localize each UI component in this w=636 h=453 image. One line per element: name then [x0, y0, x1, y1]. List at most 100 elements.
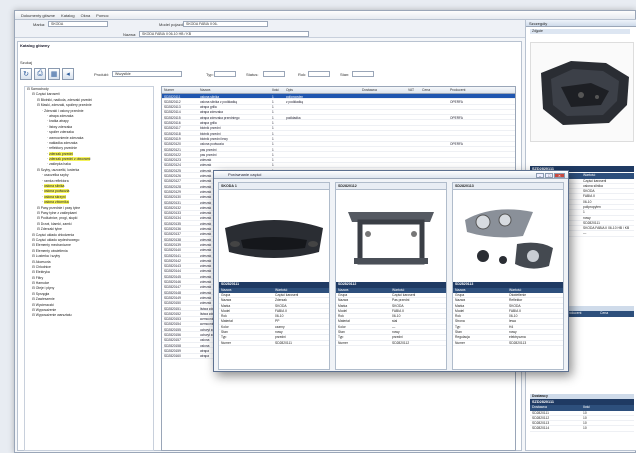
close-icon[interactable]: ✕: [554, 172, 565, 178]
typ-select[interactable]: [214, 71, 236, 77]
grid-column-header[interactable]: Dostawca: [362, 88, 377, 92]
compare-dialog: Porównanie części – □ ✕ SKODA 1 SD2820111…: [213, 170, 569, 372]
table-cell: atrapa: [200, 354, 210, 359]
attribute-value: Oświetlenie: [509, 293, 527, 297]
table-cell: zderzak: [200, 174, 212, 178]
table-cell: SD2820120: [164, 142, 181, 147]
attribute-value: SD2820112: [392, 340, 410, 345]
compare-attr-row: Numer SD2820112: [336, 341, 446, 346]
attribute-value: Pas przedni: [392, 298, 410, 303]
refresh-icon[interactable]: ↻: [20, 68, 32, 80]
table-cell: atrapa zderzaka: [200, 110, 223, 115]
grid-column-header[interactable]: Nazwa: [200, 88, 210, 92]
tree-item-label: zaślepka haka: [49, 162, 71, 167]
menu-item[interactable]: Pomoc: [96, 13, 108, 18]
tree-item-label: Części karoserii: [35, 92, 60, 97]
menu-item[interactable]: Dokumenty główne: [21, 13, 55, 18]
grid-column-header[interactable]: VAT: [408, 88, 414, 92]
status-select[interactable]: [263, 71, 285, 77]
table-cell: 1: [272, 115, 274, 120]
table-cell: pas przedni: [200, 152, 217, 157]
attribute-name: Marka: [338, 303, 348, 308]
marka-select[interactable]: SKODA: [48, 21, 108, 27]
produkt-select[interactable]: Wszystkie: [112, 71, 182, 77]
menu-item[interactable]: Okna: [81, 13, 91, 18]
grid-column-header[interactable]: Opis: [286, 88, 293, 92]
table-cell: zderzak: [200, 285, 212, 290]
attribute-value: SKODA: [583, 189, 595, 194]
supplier-row[interactable]: SD2820114 10: [530, 426, 634, 432]
attribute-name: Grupa: [338, 293, 348, 297]
back-icon[interactable]: ◂: [62, 68, 74, 80]
attribute-value: 1: [583, 210, 585, 215]
minimize-icon[interactable]: –: [536, 172, 544, 178]
table-cell: zderzak: [200, 232, 212, 237]
table-cell: SD2820149: [164, 295, 181, 300]
tree-item-label: osłona podwozia: [44, 189, 70, 194]
table-cell: osłona: [200, 338, 210, 343]
tree-item-label: Wyposażenie: [35, 308, 57, 313]
table-cell: atrapa grilla: [200, 121, 217, 125]
print-icon[interactable]: ⎙: [34, 68, 46, 80]
grid-column-header[interactable]: Numer: [164, 88, 174, 92]
table-cell: SD2820116: [164, 121, 181, 125]
attribute-value: Reflektor: [509, 298, 523, 303]
table-cell: SD2820111: [532, 410, 549, 415]
table-cell: 10: [583, 410, 587, 415]
attribute-value: elektryczna: [509, 335, 526, 340]
rok-label: Rok:: [298, 72, 307, 77]
table-cell: zderzak: [200, 195, 212, 200]
table-cell: SD2820129: [164, 189, 181, 194]
table-cell: 1: [272, 131, 274, 136]
category-tree[interactable]: ⊟ Samochody ⊟ Części karoserii ⊟ Błotniki,…: [24, 86, 154, 451]
tree-item-label: Części układu wydechowego: [35, 237, 80, 242]
table-cell: zderzak: [200, 168, 212, 173]
attribute-value: Części karoserii: [583, 178, 607, 183]
window-controls: – □ ✕: [536, 172, 565, 178]
nazwa-label: Nazwa:: [123, 32, 137, 37]
rok-select[interactable]: [308, 71, 330, 77]
table-cell: SD2820127: [164, 179, 181, 184]
grid-column-header[interactable]: Producent: [450, 88, 465, 92]
maximize-icon[interactable]: □: [545, 172, 553, 178]
attribute-name: Strona: [455, 319, 465, 324]
tree-item-label: Zawieszenie: [35, 297, 55, 302]
nazwa-field[interactable]: SKODA FABIA II 06-10 HB / KB: [139, 31, 309, 37]
table-cell: z podkładką: [286, 99, 304, 104]
table-cell: SD2820115: [164, 115, 181, 120]
attribute-name: Rok: [338, 314, 344, 319]
table-cell: osłona: [200, 343, 210, 348]
table-cell: SD2820126: [164, 174, 181, 178]
stan-label: Stan:: [340, 72, 350, 77]
tree-item-label: osłona zbiornika: [44, 200, 69, 205]
marka-label: Marka:: [33, 22, 46, 27]
attribute-value: lewa: [509, 319, 516, 324]
attribute-value: osłona silnika: [583, 183, 603, 188]
compare-column-header: SD2820113: [453, 183, 563, 190]
attribute-name: Stan: [338, 330, 345, 335]
table-cell: SD2820150: [164, 301, 181, 306]
menu-item[interactable]: Katalog: [61, 13, 75, 18]
attribute-value: nowy: [509, 330, 517, 335]
grid-icon[interactable]: ▦: [48, 68, 60, 80]
table-cell: zderzak: [200, 253, 212, 258]
status-label: Status:: [246, 72, 259, 77]
grid-header: Numer Nazwa Ilość Opis Dostawca VAT Cena Produc…: [162, 87, 515, 94]
tree-item[interactable]: ⊟ Wyposażenie warsztatu: [25, 313, 153, 318]
table-cell: SD2820128: [164, 184, 181, 189]
table-cell: 1: [272, 158, 274, 163]
tree-item-label: Szyby, uszczelki, lusterka: [40, 167, 80, 172]
attribute-name: Numer: [455, 340, 465, 345]
grid-column-header[interactable]: Cena: [422, 88, 430, 92]
details-tab[interactable]: Szczegóły: [526, 20, 636, 27]
attribute-name: Stan: [221, 330, 228, 335]
model-select[interactable]: SKODA FABIA II 06-: [183, 21, 268, 27]
stan-select[interactable]: [352, 71, 374, 77]
grid-column-header[interactable]: Ilość: [272, 88, 279, 92]
tree-item-label: Akcesoria: [35, 259, 51, 264]
table-cell: zderzak: [200, 158, 212, 163]
attribute-name: Model: [455, 308, 464, 313]
table-cell: zderzak: [200, 227, 212, 231]
attribute-value: 06-10: [509, 314, 518, 319]
table-cell: SD2820144: [164, 269, 181, 274]
